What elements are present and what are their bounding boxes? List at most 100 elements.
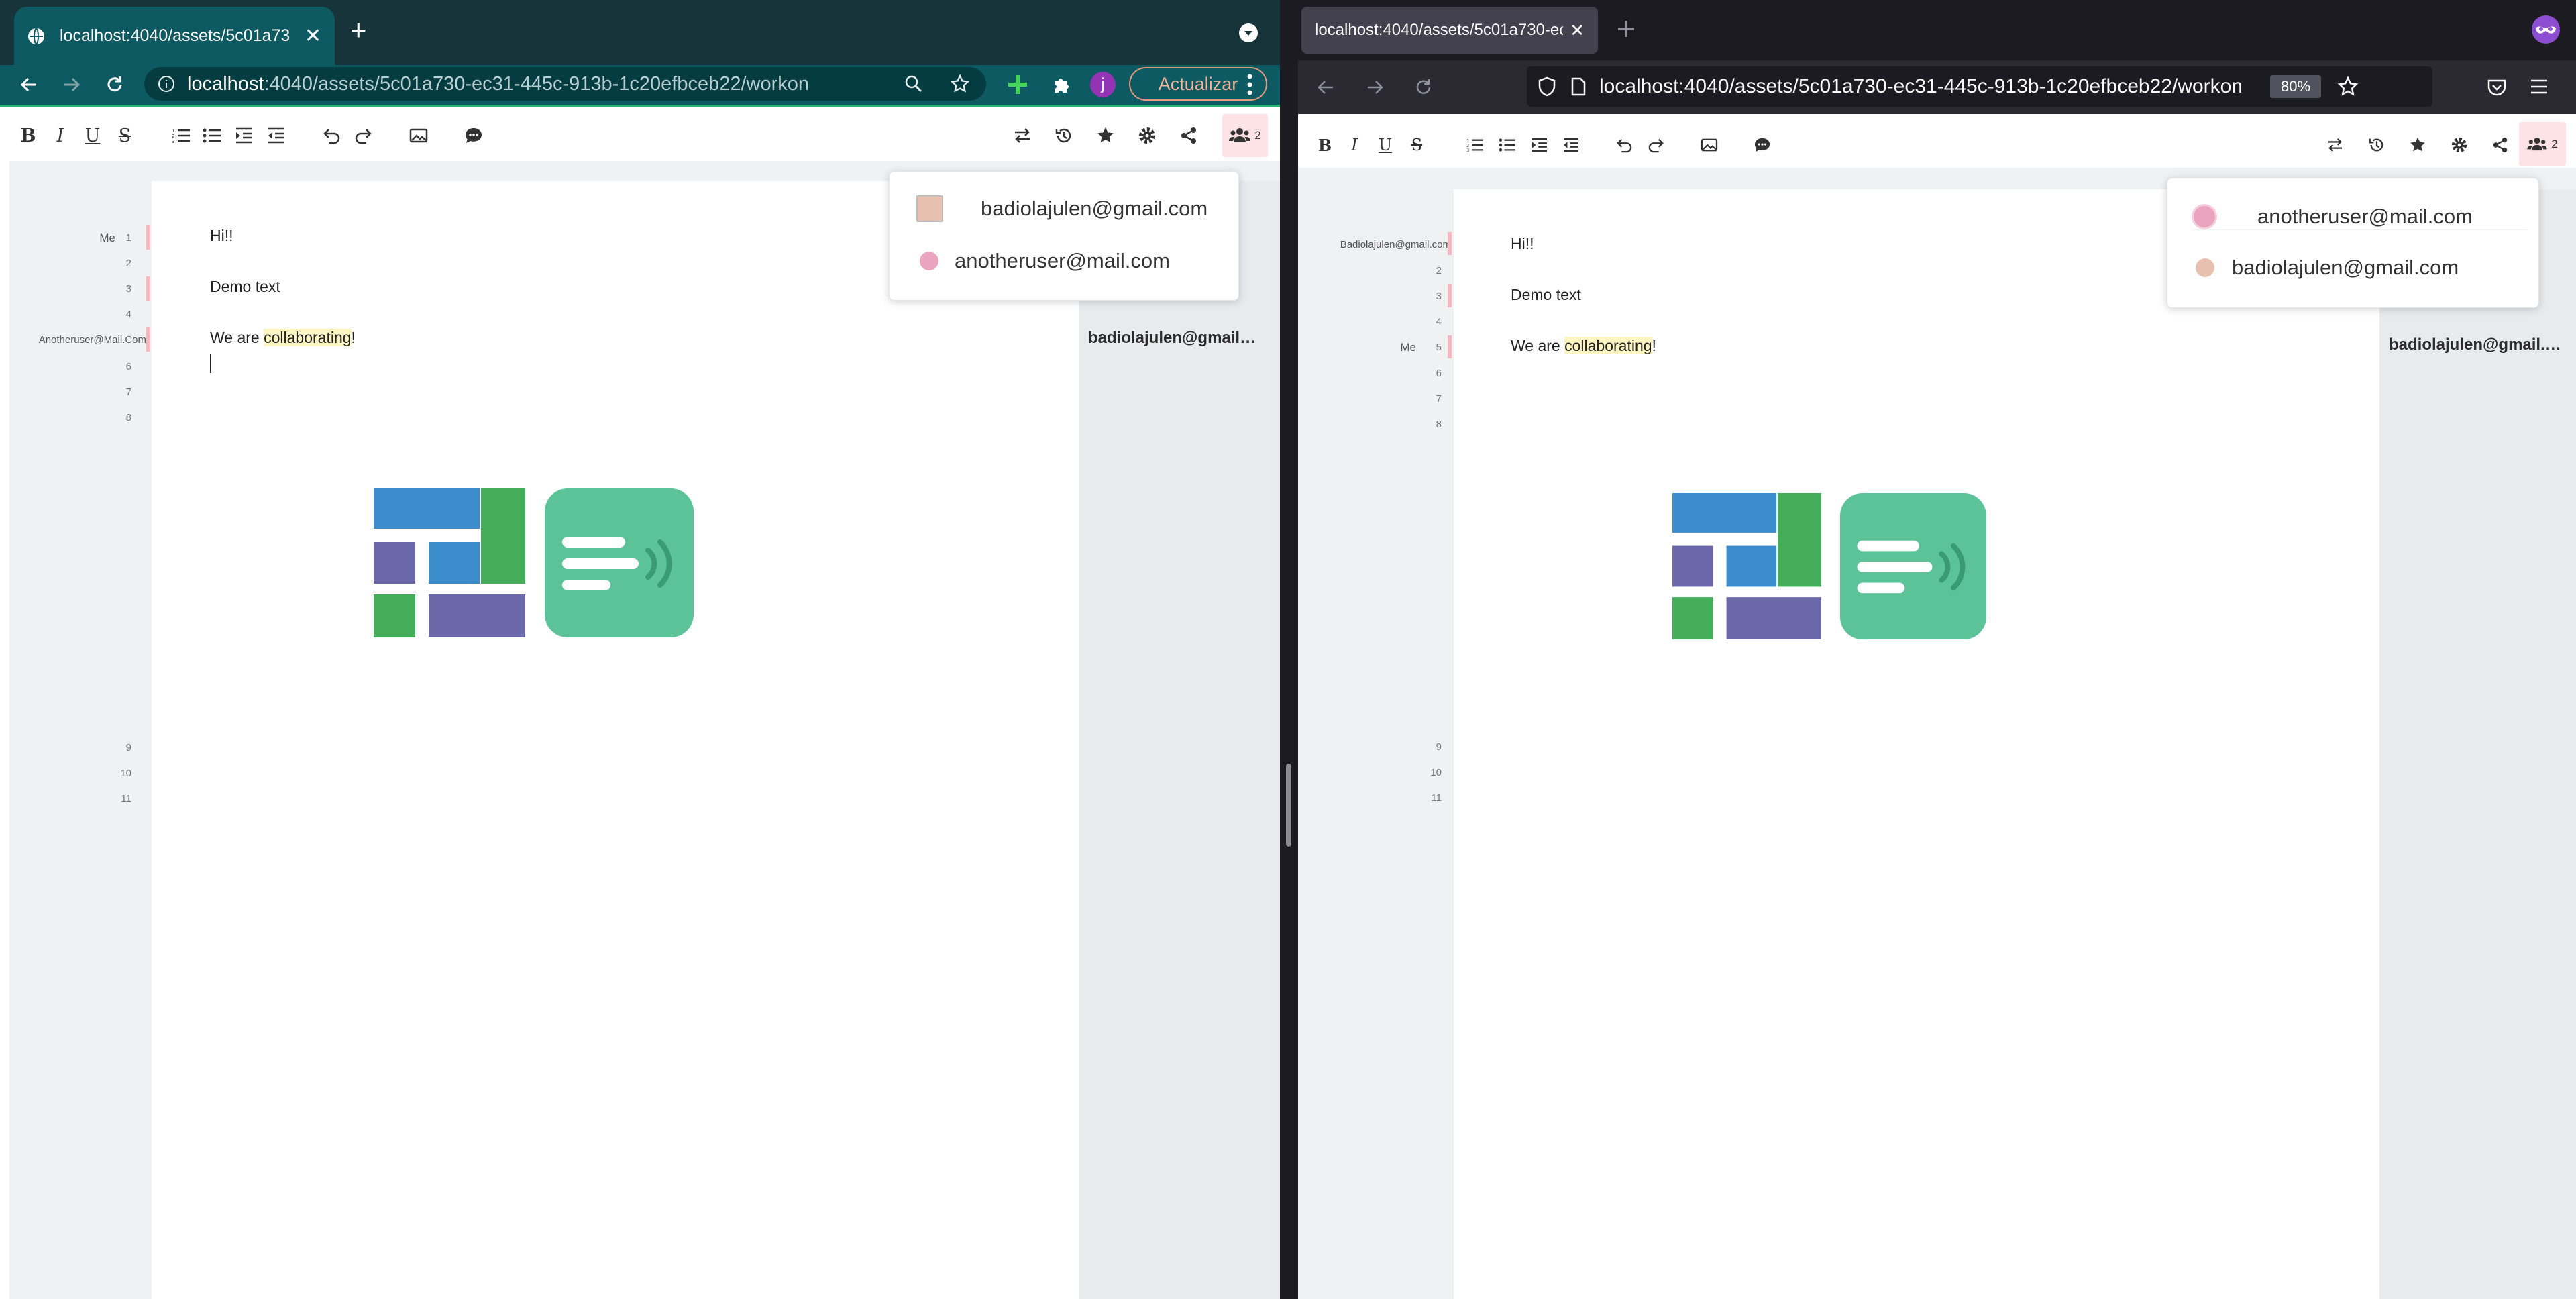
zoom-icon[interactable]: [904, 74, 923, 93]
kebab-menu-icon[interactable]: [1246, 73, 1253, 96]
reload-icon[interactable]: [105, 74, 125, 95]
bold-button[interactable]: B: [15, 122, 42, 149]
comment-icon[interactable]: [1749, 132, 1776, 158]
address-bar[interactable]: localhost:4040/assets/5c01a730-ec31-445c…: [1527, 66, 2432, 107]
collaborator-name: badiolajulen@gmail.com: [981, 197, 1208, 220]
close-tab-icon[interactable]: ✕: [305, 24, 321, 48]
chrome-window: localhost:4040/assets/5c01a73 ✕ + localh…: [0, 0, 1280, 1299]
image-icon[interactable]: [405, 122, 432, 149]
underline-button[interactable]: U: [79, 122, 106, 149]
extensions-puzzle-icon[interactable]: [1051, 74, 1072, 95]
doc-line-3[interactable]: Demo text: [1511, 286, 1581, 304]
side-panel: [2379, 189, 2576, 1299]
highlighted-word: collaborating: [264, 329, 352, 346]
share-icon[interactable]: [1175, 122, 1202, 149]
bookmark-star-icon[interactable]: [2337, 76, 2359, 97]
doc-line-5[interactable]: We are collaborating!: [210, 329, 356, 347]
indent-icon[interactable]: [1526, 132, 1553, 158]
ordered-list-icon[interactable]: 123: [168, 122, 195, 149]
swap-icon[interactable]: [2322, 132, 2349, 158]
user-color-swatch[interactable]: [2192, 203, 2217, 229]
collaborator-row[interactable]: anotheruser@mail.com: [2192, 203, 2527, 230]
star-icon[interactable]: [2404, 132, 2431, 158]
address-bar[interactable]: localhost:4040/assets/5c01a730-ec31-445c…: [144, 67, 986, 101]
zoom-level-badge[interactable]: 80%: [2270, 75, 2321, 98]
doc-line-1[interactable]: Hi!!: [1511, 235, 1534, 253]
comment-icon[interactable]: [460, 122, 487, 149]
document-page[interactable]: [1454, 189, 2379, 1299]
page-icon[interactable]: [1571, 77, 1586, 96]
history-icon[interactable]: [1051, 122, 1077, 149]
audio-text-logo: [545, 488, 694, 637]
tab-search-icon[interactable]: [1238, 23, 1258, 43]
document-page[interactable]: [152, 181, 1079, 1299]
ordered-list-icon[interactable]: 123: [1462, 132, 1489, 158]
outdent-icon[interactable]: [1558, 132, 1585, 158]
underline-button[interactable]: U: [1372, 132, 1399, 158]
settings-gear-icon[interactable]: [2446, 132, 2473, 158]
back-icon[interactable]: [19, 74, 39, 95]
doc-line-3[interactable]: Demo text: [210, 278, 280, 296]
chrome-tab-title: localhost:4040/assets/5c01a73: [60, 26, 290, 45]
collaborator-row[interactable]: anotheruser@mail.com: [920, 248, 1235, 274]
redo-icon[interactable]: [1643, 132, 1670, 158]
users-icon: [2527, 137, 2547, 152]
shield-icon[interactable]: [1538, 76, 1556, 97]
forward-icon[interactable]: [1365, 77, 1385, 97]
bookmark-star-icon[interactable]: [950, 74, 970, 94]
swap-icon[interactable]: [1009, 122, 1036, 149]
extension-plus-icon[interactable]: [1006, 73, 1029, 96]
url-text: localhost:4040/assets/5c01a730-ec31-445c…: [187, 72, 810, 95]
profile-avatar[interactable]: j: [1090, 72, 1116, 97]
forward-icon[interactable]: [62, 74, 82, 95]
collaborators-count: 2: [1254, 129, 1261, 142]
hamburger-menu-icon[interactable]: [2530, 79, 2548, 95]
redo-icon[interactable]: [350, 122, 377, 149]
outdent-icon[interactable]: [263, 122, 290, 149]
firefox-tab-title: localhost:4040/assets/5c01a730-ec: [1315, 21, 1563, 39]
collaborators-button[interactable]: 2: [2519, 122, 2566, 166]
close-tab-icon[interactable]: ✕: [1570, 20, 1585, 41]
new-tab-button[interactable]: +: [350, 16, 367, 44]
chrome-tab[interactable]: localhost:4040/assets/5c01a73 ✕: [14, 7, 335, 65]
indent-icon[interactable]: [231, 122, 258, 149]
cursor-marker: [146, 276, 150, 301]
new-tab-button[interactable]: [1616, 19, 1636, 39]
strikethrough-button[interactable]: S: [111, 122, 138, 149]
doc-line-1[interactable]: Hi!!: [210, 227, 233, 245]
svg-text:2: 2: [172, 134, 174, 139]
doc-line-5[interactable]: We are collaborating!: [1511, 337, 1656, 355]
window-splitter[interactable]: [1280, 0, 1298, 1299]
image-icon[interactable]: [1696, 132, 1723, 158]
splitter-grip[interactable]: [1286, 764, 1291, 847]
svg-text:1: 1: [172, 128, 174, 134]
cursor-marker: [146, 327, 150, 352]
firefox-tab[interactable]: localhost:4040/assets/5c01a730-ec ✕: [1301, 7, 1598, 54]
share-icon[interactable]: [2487, 132, 2514, 158]
user-color-swatch[interactable]: [916, 195, 943, 222]
line-number: 11: [121, 793, 131, 804]
undo-icon[interactable]: [1611, 132, 1638, 158]
strikethrough-button[interactable]: S: [1403, 132, 1430, 158]
highlighted-word: collaborating: [1564, 337, 1652, 354]
bullet-list-icon[interactable]: [199, 122, 225, 149]
bullet-list-icon[interactable]: [1494, 132, 1521, 158]
settings-gear-icon[interactable]: [1134, 122, 1161, 149]
cursor-marker: [1448, 232, 1452, 255]
italic-button[interactable]: I: [47, 122, 74, 149]
bold-button[interactable]: B: [1311, 132, 1338, 158]
line-number: 10: [1430, 767, 1442, 778]
info-icon[interactable]: [158, 75, 175, 93]
history-icon[interactable]: [2363, 132, 2390, 158]
collaborator-row[interactable]: badiolajulen@gmail.com: [2196, 254, 2531, 281]
back-icon[interactable]: [1316, 77, 1336, 97]
star-icon[interactable]: [1092, 122, 1119, 149]
collaborators-button[interactable]: 2: [1222, 114, 1268, 157]
reload-icon[interactable]: [1413, 77, 1434, 97]
collaborator-row[interactable]: badiolajulen@gmail.com: [916, 195, 1232, 222]
italic-button[interactable]: I: [1341, 132, 1368, 158]
undo-icon[interactable]: [318, 122, 345, 149]
gutter-label-other-user: Badiolajulen@gmail.com: [1340, 239, 1451, 250]
pocket-icon[interactable]: [2487, 77, 2507, 97]
collaborators-popup: anotheruser@mail.com badiolajulen@gmail.…: [2167, 178, 2539, 308]
